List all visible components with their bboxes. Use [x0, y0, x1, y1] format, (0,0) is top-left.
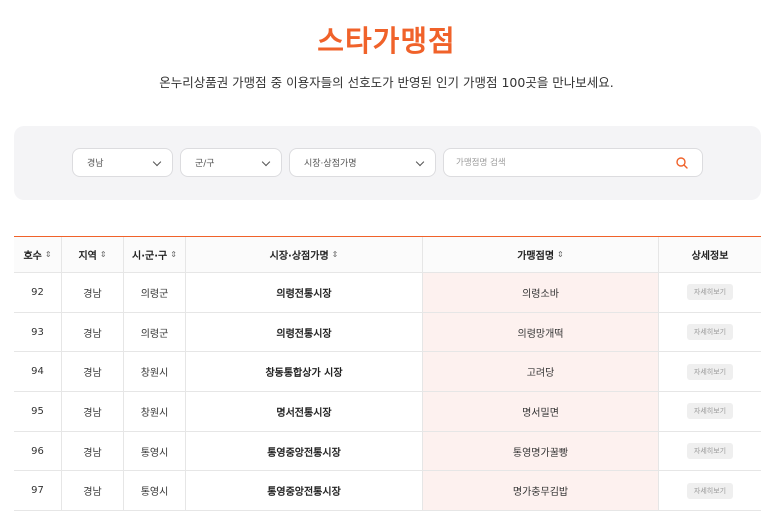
store-search-box [443, 148, 703, 177]
sort-icon: ⇕ [170, 250, 177, 259]
page-subtitle: 온누리상품권 가맹점 중 이용자들의 선호도가 반영된 인기 가맹점 100곳을… [159, 75, 614, 90]
table-row: 96 경남 통영시 통영중앙전통시장 통영명가꿀빵 자세히보기 [14, 431, 761, 472]
cell-detail: 자세히보기 [659, 432, 761, 471]
cell-no: 95 [14, 392, 62, 431]
cell-no: 97 [14, 471, 62, 511]
detail-button[interactable]: 자세히보기 [686, 324, 734, 341]
header-region[interactable]: 지역 ⇕ [62, 237, 124, 272]
cell-region: 경남 [62, 273, 124, 312]
header-district[interactable]: 시·군·구 ⇕ [124, 237, 186, 272]
cell-district: 통영시 [124, 471, 186, 511]
detail-button[interactable]: 자세히보기 [686, 403, 734, 420]
cell-market: 의령전통시장 [186, 312, 423, 352]
header-store[interactable]: 가맹점명 ⇕ [423, 237, 659, 272]
table-row: 95 경남 창원시 명서전통시장 명서밀면 자세히보기 [14, 392, 761, 432]
cell-region: 경남 [62, 312, 124, 352]
filter-panel: 경남 군/구 시장·상점가명 [14, 126, 761, 200]
chevron-down-icon [152, 157, 162, 167]
cell-detail: 자세히보기 [659, 352, 761, 391]
cell-market: 통영중앙전통시장 [186, 471, 423, 511]
table-row: 94 경남 창원시 창동통합상가 시장 고려당 자세히보기 [14, 352, 761, 393]
header-detail: 상세정보 [691, 251, 729, 262]
cell-store: 명가충무김밥 [423, 471, 659, 511]
page-title: 스타가맹점 [317, 24, 456, 58]
detail-button[interactable]: 자세히보기 [686, 284, 734, 301]
table-row: 97 경남 통영시 통영중앙전통시장 명가충무김밥 자세히보기 [14, 471, 761, 512]
cell-no: 93 [14, 312, 62, 352]
chevron-down-icon [415, 157, 425, 167]
cell-store: 명서밀면 [423, 392, 659, 431]
market-select[interactable]: 시장·상점가명 [289, 148, 436, 177]
cell-detail: 자세히보기 [659, 313, 761, 352]
cell-region: 경남 [62, 471, 124, 511]
cell-market: 통영중앙전통시장 [186, 431, 423, 471]
header-market[interactable]: 시장·상점가명 ⇕ [186, 237, 423, 272]
cell-no: 94 [14, 352, 62, 392]
cell-market: 창동통합상가 시장 [186, 352, 423, 392]
cell-detail: 자세히보기 [659, 273, 761, 312]
cell-no: 92 [14, 273, 62, 312]
sort-icon: ⇕ [99, 250, 107, 259]
cell-market: 명서전통시장 [186, 392, 423, 431]
table-row: 92 경남 의령군 의령전통시장 의령소바 자세히보기 [14, 273, 761, 313]
cell-district: 통영시 [124, 431, 186, 471]
cell-store: 의령망개떡 [423, 312, 659, 352]
store-search-input[interactable] [456, 155, 656, 171]
chevron-down-icon [261, 157, 271, 167]
cell-store: 의령소바 [423, 273, 659, 312]
cell-no: 96 [14, 431, 62, 471]
detail-button[interactable]: 자세히보기 [686, 482, 734, 499]
cell-region: 경남 [62, 352, 124, 392]
district-select[interactable]: 군/구 [180, 148, 282, 177]
cell-district: 창원시 [124, 392, 186, 431]
header-no[interactable]: 호수 ⇕ [14, 237, 62, 272]
region-select[interactable]: 경남 [72, 148, 173, 177]
sort-icon: ⇕ [44, 250, 52, 259]
cell-district: 의령군 [124, 312, 186, 352]
cell-region: 경남 [62, 431, 124, 471]
district-select-value: 군/구 [195, 159, 215, 169]
cell-district: 의령군 [124, 273, 186, 312]
detail-button[interactable]: 자세히보기 [686, 363, 734, 380]
cell-detail: 자세히보기 [659, 471, 761, 510]
detail-button[interactable]: 자세히보기 [686, 443, 734, 460]
cell-store: 통영명가꿀빵 [423, 431, 659, 471]
cell-store: 고려당 [423, 352, 659, 392]
region-select-value: 경남 [87, 159, 104, 169]
market-select-value: 시장·상점가명 [304, 159, 357, 169]
cell-detail: 자세히보기 [659, 392, 761, 431]
cell-region: 경남 [62, 392, 124, 431]
table-row: 93 경남 의령군 의령전통시장 의령망개떡 자세히보기 [14, 312, 761, 353]
sort-icon: ⇕ [331, 250, 339, 259]
cell-district: 창원시 [124, 352, 186, 392]
table-header: 호수 ⇕ 지역 ⇕ 시·군·구 ⇕ 시장·상점가명 ⇕ 가맹점명 ⇕ 상세정보 [14, 237, 761, 273]
sort-icon: ⇕ [557, 250, 564, 259]
search-icon[interactable] [676, 157, 688, 169]
cell-market: 의령전통시장 [186, 273, 423, 312]
store-table: 호수 ⇕ 지역 ⇕ 시·군·구 ⇕ 시장·상점가명 ⇕ 가맹점명 ⇕ 상세정보 … [14, 236, 761, 512]
